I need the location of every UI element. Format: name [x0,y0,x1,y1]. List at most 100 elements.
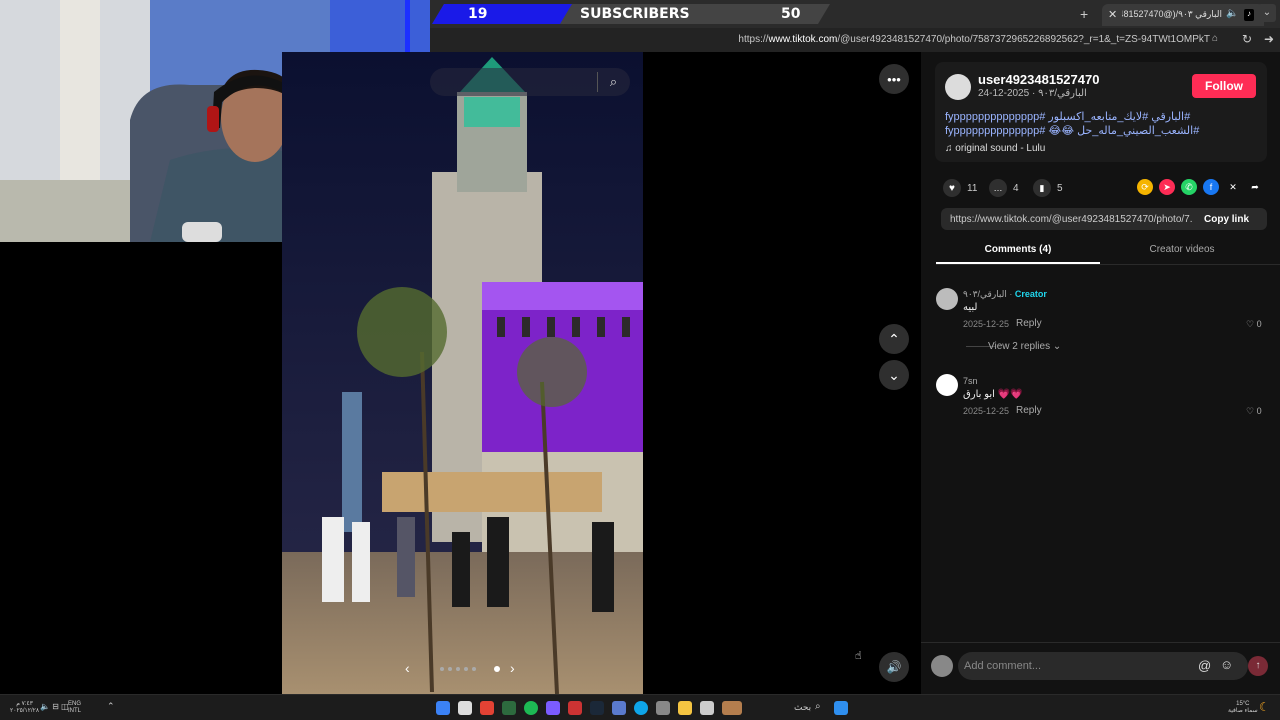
comment-input[interactable]: Add comment... @ ☺ [958,652,1248,680]
whatsapp-icon[interactable]: ✆ [1181,179,1197,195]
reply-button[interactable]: Reply [1016,405,1042,416]
url-text[interactable]: https://www.tiktok.com/@user492348152747… [738,34,1210,45]
discord-icon[interactable] [546,701,560,715]
copy-link-box: https://www.tiktok.com/@user492348152747… [941,208,1267,230]
post-link-text: https://www.tiktok.com/@user492348152747… [950,214,1192,225]
facebook-icon[interactable]: f [1203,179,1219,195]
volume-icon[interactable]: 🔊 [879,652,909,682]
clock[interactable]: ٧:٤٣ م ٢٠٢٥/١٢/٢٨ [10,701,39,715]
comment-author[interactable]: البارقي/٩٠٣ · Creator [963,289,1047,300]
my-avatar [931,655,953,677]
like-action[interactable]: ♥ 11 [943,179,977,197]
viewer-background: ••• ⌃ ⌄ 🔊 ☝ [643,52,921,694]
app2-icon[interactable] [612,701,626,715]
previous-post-chevron-up-icon[interactable]: ⌃ [879,324,909,354]
speaker-icon[interactable]: 🔈 [1226,8,1238,19]
comment-input-placeholder: Add comment... [964,660,1042,672]
author-username[interactable]: user4923481527470 [978,72,1099,87]
search-icon[interactable]: ⌕ [597,72,629,92]
url-path: /@user4923481527470/photo/75873729652268… [837,34,1210,45]
post-description-line1: #البارقي #لايك_متابعه_اكسبلور #fyppppppp… [945,111,1191,123]
spotify-icon[interactable] [524,701,538,715]
comment-date: 2025-12-25 [963,319,1010,329]
task-view-icon[interactable] [700,701,714,715]
emoji-icon[interactable]: ☺ [1220,657,1233,672]
tab-list-chevron-icon[interactable]: ⌄ [1258,4,1276,22]
chevron-up-icon[interactable]: ⌃ [107,701,115,712]
comment-avatar[interactable] [936,288,958,310]
start-menu-icon[interactable] [834,701,848,715]
post-comment-arrow-icon[interactable]: ↑ [1248,656,1268,676]
search-label[interactable]: بحث [794,702,811,713]
send-icon[interactable]: ➤ [1159,179,1175,195]
share-icons: ⟳ ➤ ✆ f ✕ ➦ [1137,179,1263,195]
edge-icon[interactable] [634,701,648,715]
weather-desc: سماء صافية [1228,708,1258,714]
chrome-icon[interactable] [480,701,494,715]
share-arrow-icon[interactable]: ➦ [1247,179,1263,195]
photo-pagination-dots[interactable] [440,666,500,672]
save-action[interactable]: ▮ 5 [1033,179,1063,197]
browser-tab[interactable]: ✕ البارقي ٩٠٣/(@user4923481527470 🔈 ♪ [1102,4,1264,26]
comment-avatar[interactable] [936,374,958,396]
site-info-icon[interactable]: ⌂ [1212,33,1218,44]
address-bar[interactable]: https://www.tiktok.com/@user492348152747… [430,28,1280,52]
copilot-icon[interactable] [436,701,450,715]
author-avatar[interactable] [945,74,971,100]
system-tray-icons[interactable]: 🔈 ⊟ ◫ [40,702,69,711]
photo-scene [282,52,643,694]
post-photo[interactable]: ‹ › [282,52,643,694]
view-replies-label: View 2 replies [988,341,1051,352]
terminal-icon[interactable] [502,701,516,715]
more-options-icon[interactable]: ••• [879,64,909,94]
follow-button[interactable]: Follow [1192,74,1256,98]
repost-icon[interactable]: ⟳ [1137,179,1153,195]
file-explorer-icon[interactable] [678,701,692,715]
photo-prev-arrow-icon[interactable]: ‹ [405,660,410,676]
taskbar-search-icon[interactable]: ⌕ [815,701,821,712]
photo-next-arrow-icon[interactable]: › [510,660,515,676]
like-count: 11 [967,182,978,194]
comment-like-count: 0 [1256,319,1262,329]
tab-comments[interactable]: Comments (4) [936,244,1100,255]
widget-icon[interactable] [722,701,742,715]
left-black-area [0,242,282,694]
composer-divider [921,642,1280,643]
weather-widget[interactable]: 15°C سماء صافية [1228,701,1258,715]
url-domain: www.tiktok.com [768,34,838,45]
comment-author-name[interactable]: 7sn [963,376,978,386]
forward-icon[interactable]: ➜ [1264,32,1274,46]
steam-icon[interactable] [590,701,604,715]
reply-button[interactable]: Reply [1016,318,1042,329]
comment-text: ابو بارق 💗💗 [963,389,1023,400]
x-icon[interactable]: ✕ [1225,179,1241,195]
comment-like[interactable]: ♡ 0 [1246,406,1262,417]
app-icon[interactable] [458,701,472,715]
new-tab-icon[interactable]: + [1080,6,1088,22]
store-icon[interactable] [656,701,670,715]
reload-icon[interactable]: ↻ [1242,32,1252,46]
save-count: 5 [1057,182,1063,194]
music-label: original sound - Lulu [955,143,1046,154]
copy-link-button[interactable]: Copy link [1204,214,1249,225]
comment-bubble-icon: … [989,179,1007,197]
media-icon[interactable] [568,701,582,715]
next-post-chevron-down-icon[interactable]: ⌄ [879,360,909,390]
language-indicator[interactable]: ENG INTL [68,701,81,715]
weather-temp: 15°C [1236,701,1250,707]
tab-creator-videos[interactable]: Creator videos [1100,244,1264,255]
view-replies-button[interactable]: View 2 replies ⌄ [988,341,1061,352]
close-tab-icon[interactable]: ✕ [1108,8,1117,21]
music-line[interactable]: ♫ original sound - Lulu [945,143,1045,154]
heart-icon: ♥ [943,179,961,197]
heart-outline-icon: ♡ [1246,406,1257,416]
mouse-cursor: ☝ [855,650,862,662]
creator-badge: Creator [1014,289,1047,299]
comment-like[interactable]: ♡ 0 [1246,319,1262,330]
comment-count: 4 [1013,182,1019,194]
comment-action[interactable]: … 4 [989,179,1019,197]
post-detail-panel: user4923481527470 البارقي/٩٠٣ · 2025-12-… [921,52,1280,694]
mention-icon[interactable]: @ [1198,658,1211,673]
bookmark-icon: ▮ [1033,179,1051,197]
subs-goal: 50 [781,6,801,22]
